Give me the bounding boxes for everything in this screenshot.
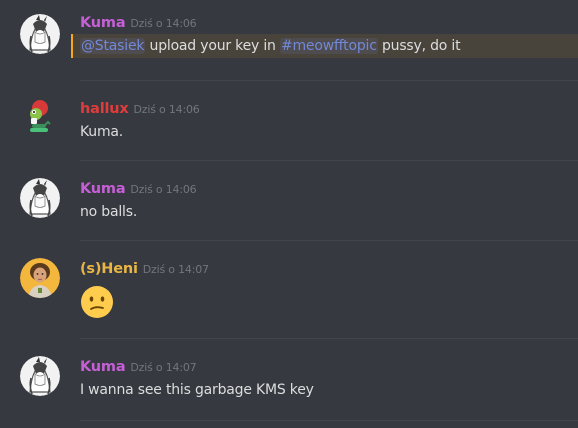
frog-character-avatar-icon xyxy=(30,100,51,132)
anime-girl-avatar-icon xyxy=(20,356,60,396)
message-content: no balls. xyxy=(80,204,138,220)
avatar[interactable] xyxy=(20,356,60,396)
confused-face-emoji-icon[interactable] xyxy=(80,285,114,319)
message-divider xyxy=(80,420,578,421)
author-name[interactable]: hallux Dziś o 14:06 xyxy=(80,100,200,119)
timestamp: Dziś o 14:06 xyxy=(133,103,200,116)
avatar[interactable] xyxy=(20,178,60,218)
avatar[interactable] xyxy=(20,96,60,136)
author-name[interactable]: Kuma Dziś o 14:06 xyxy=(80,14,197,33)
message: hallux Dziś o 14:06 Kuma. xyxy=(0,80,578,160)
channel-mention[interactable]: #meowfftopic xyxy=(279,38,378,54)
author-name[interactable]: Kuma Dziś o 14:06 xyxy=(80,180,197,199)
avatar[interactable] xyxy=(20,258,60,298)
author-name[interactable]: Kuma Dziś o 14:07 xyxy=(80,358,197,377)
message: Kuma Dziś o 14:06 @Stasiek upload your ke… xyxy=(0,0,578,80)
message: (s)Heni Dziś o 14:07 xyxy=(0,240,578,338)
message-content: @Stasiek upload your key in #meowfftopic… xyxy=(80,38,461,54)
anime-girl-avatar-icon xyxy=(20,178,60,218)
timestamp: Dziś o 14:06 xyxy=(130,183,197,196)
timestamp: Dziś o 14:07 xyxy=(130,361,197,374)
message: Kuma Dziś o 14:06 no balls. xyxy=(0,160,578,240)
message-content: Kuma. xyxy=(80,124,124,140)
person-photo-avatar-icon xyxy=(20,258,60,298)
avatar[interactable] xyxy=(20,14,60,54)
message: Kuma Dziś o 14:07 I wanna see this garbag… xyxy=(0,338,578,420)
author-name[interactable]: (s)Heni Dziś o 14:07 xyxy=(80,260,209,279)
message-content: I wanna see this garbage KMS key xyxy=(80,382,314,398)
timestamp: Dziś o 14:07 xyxy=(142,263,209,276)
timestamp: Dziś o 14:06 xyxy=(130,17,197,30)
anime-girl-avatar-icon xyxy=(20,14,60,54)
chat-messages: Kuma Dziś o 14:06 @Stasiek upload your ke… xyxy=(0,0,578,428)
user-mention[interactable]: @Stasiek xyxy=(80,38,146,54)
